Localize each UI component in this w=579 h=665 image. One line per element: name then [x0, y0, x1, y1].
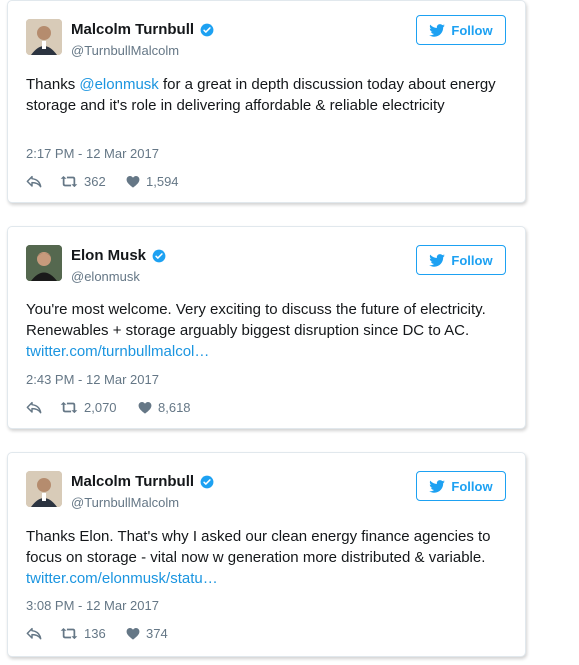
tweet-card: Malcolm Turnbull @TurnbullMalcolm Follow…	[7, 0, 526, 203]
author-name[interactable]: Elon Musk	[71, 247, 166, 264]
author-handle[interactable]: @elonmusk	[71, 269, 140, 284]
tweet-text-part: Thanks	[26, 76, 80, 93]
author-name[interactable]: Malcolm Turnbull	[71, 473, 214, 490]
reply-icon	[26, 401, 42, 413]
tweet-card: Malcolm Turnbull @TurnbullMalcolm Follow…	[7, 452, 526, 657]
timestamp[interactable]: 2:43 PM - 12 Mar 2017	[26, 372, 159, 387]
retweet-count: 2,070	[84, 400, 117, 415]
avatar[interactable]	[26, 245, 62, 281]
mention-link[interactable]: @elonmusk	[79, 76, 158, 93]
timestamp[interactable]: 2:17 PM - 12 Mar 2017	[26, 146, 159, 161]
tweet-text-part: You're most welcome. Very exciting to di…	[26, 301, 486, 339]
twitter-bird-icon	[429, 479, 446, 493]
retweet-count: 136	[84, 626, 106, 641]
tweet-link[interactable]: twitter.com/turnbullmalcol…	[26, 343, 209, 360]
tweet-text: Thanks @elonmusk for a great in depth di…	[26, 74, 513, 116]
retweet-button[interactable]: 2,070	[60, 400, 138, 415]
heart-icon	[126, 627, 140, 640]
author-name-text[interactable]: Elon Musk	[71, 247, 146, 264]
retweet-icon	[60, 627, 78, 640]
author-handle[interactable]: @TurnbullMalcolm	[71, 495, 179, 510]
reply-icon	[26, 175, 42, 187]
author-name-text[interactable]: Malcolm Turnbull	[71, 21, 194, 38]
like-button[interactable]: 374	[126, 626, 168, 641]
follow-button[interactable]: Follow	[416, 471, 506, 501]
like-button[interactable]: 8,618	[138, 400, 191, 415]
tweet-card: Elon Musk @elonmusk Follow You're most w…	[7, 226, 526, 429]
heart-icon	[126, 175, 140, 188]
author-name-text[interactable]: Malcolm Turnbull	[71, 473, 194, 490]
tweet-text: Thanks Elon. That's why I asked our clea…	[26, 526, 513, 589]
tweet-text: You're most welcome. Very exciting to di…	[26, 299, 513, 362]
follow-button[interactable]: Follow	[416, 245, 506, 275]
like-button[interactable]: 1,594	[126, 174, 179, 189]
author-handle[interactable]: @TurnbullMalcolm	[71, 43, 179, 58]
like-count: 8,618	[158, 400, 191, 415]
like-count: 1,594	[146, 174, 179, 189]
follow-label: Follow	[451, 252, 493, 268]
retweet-button[interactable]: 362	[60, 174, 126, 189]
verified-badge-icon	[152, 249, 166, 262]
retweet-icon	[60, 175, 78, 188]
tweet-actions: 2,070 8,618	[26, 400, 191, 415]
timestamp[interactable]: 3:08 PM - 12 Mar 2017	[26, 598, 159, 613]
reply-button[interactable]	[26, 627, 60, 641]
tweet-text-part: Thanks Elon. That's why I asked our clea…	[26, 528, 491, 566]
reply-button[interactable]	[26, 175, 60, 189]
follow-label: Follow	[451, 22, 493, 38]
retweet-icon	[60, 401, 78, 414]
twitter-bird-icon	[429, 23, 446, 37]
follow-label: Follow	[451, 478, 493, 494]
like-count: 374	[146, 626, 168, 641]
tweet-actions: 362 1,594	[26, 174, 179, 189]
retweet-button[interactable]: 136	[60, 626, 126, 641]
avatar[interactable]	[26, 19, 62, 55]
avatar[interactable]	[26, 471, 62, 507]
reply-icon	[26, 627, 42, 639]
tweet-link[interactable]: twitter.com/elonmusk/statu…	[26, 570, 218, 587]
tweet-actions: 136 374	[26, 626, 168, 641]
retweet-count: 362	[84, 174, 106, 189]
verified-badge-icon	[200, 23, 214, 36]
follow-button[interactable]: Follow	[416, 15, 506, 45]
author-name[interactable]: Malcolm Turnbull	[71, 21, 214, 38]
twitter-bird-icon	[429, 253, 446, 267]
verified-badge-icon	[200, 475, 214, 488]
reply-button[interactable]	[26, 401, 60, 415]
heart-icon	[138, 401, 152, 414]
